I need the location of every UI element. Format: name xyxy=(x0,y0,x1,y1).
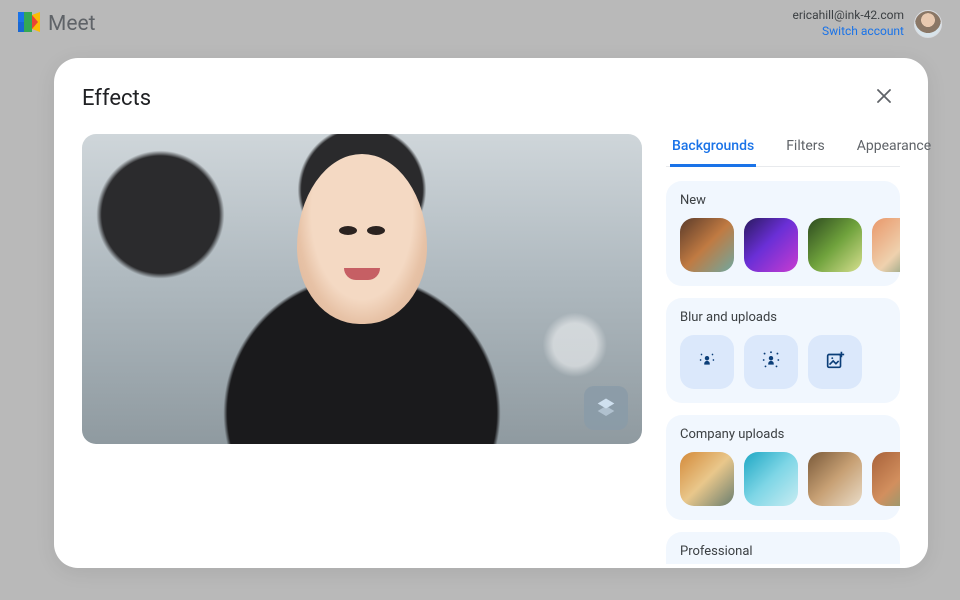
bg-thumb[interactable] xyxy=(680,218,734,272)
layers-icon xyxy=(596,396,616,420)
section-professional-title: Professional xyxy=(680,544,886,559)
panel-body: Backgrounds Filters Appearance New Blur … xyxy=(82,134,900,564)
panel-header: Effects xyxy=(82,82,900,114)
blur-strong-button[interactable] xyxy=(744,335,798,389)
blur-strong-icon xyxy=(760,349,782,375)
brand: Meet xyxy=(18,12,95,36)
avatar[interactable] xyxy=(914,10,942,38)
close-icon xyxy=(876,88,892,108)
brand-name: Meet xyxy=(48,12,95,36)
effects-toggle-button[interactable] xyxy=(584,386,628,430)
new-thumbs xyxy=(680,218,886,272)
section-new-title: New xyxy=(680,193,886,208)
video-preview xyxy=(82,134,642,444)
upload-image-button[interactable] xyxy=(808,335,862,389)
section-blur-uploads: Blur and uploads xyxy=(666,298,900,403)
upload-image-icon xyxy=(824,349,846,375)
top-bar: Meet ericahill@ink-42.com Switch account xyxy=(0,0,960,48)
meet-logo-icon xyxy=(18,12,42,36)
bg-thumb[interactable] xyxy=(744,218,798,272)
blur-thumbs xyxy=(680,335,886,389)
bg-thumb[interactable] xyxy=(744,452,798,506)
section-professional: Professional xyxy=(666,532,900,564)
tabs: Backgrounds Filters Appearance xyxy=(666,134,900,167)
section-new: New xyxy=(666,181,900,286)
account-text: ericahill@ink-42.com Switch account xyxy=(792,8,904,39)
bg-thumb[interactable] xyxy=(680,452,734,506)
section-company-title: Company uploads xyxy=(680,427,886,442)
bg-thumb[interactable] xyxy=(808,218,862,272)
blur-light-button[interactable] xyxy=(680,335,734,389)
blur-light-icon xyxy=(696,349,718,375)
switch-account-link[interactable]: Switch account xyxy=(792,24,904,40)
preview-face xyxy=(297,154,427,324)
tab-filters[interactable]: Filters xyxy=(784,134,827,167)
company-thumbs xyxy=(680,452,886,506)
tab-backgrounds[interactable]: Backgrounds xyxy=(670,134,756,167)
bg-thumb[interactable] xyxy=(872,218,900,272)
account-email: ericahill@ink-42.com xyxy=(792,8,904,24)
section-blur-title: Blur and uploads xyxy=(680,310,886,325)
panel-title: Effects xyxy=(82,86,151,111)
effects-side: Backgrounds Filters Appearance New Blur … xyxy=(666,134,900,564)
tab-appearance[interactable]: Appearance xyxy=(855,134,933,167)
bg-thumb[interactable] xyxy=(808,452,862,506)
effects-panel: Effects xyxy=(54,58,928,568)
account-area: ericahill@ink-42.com Switch account xyxy=(792,8,942,39)
bg-thumb[interactable] xyxy=(872,452,900,506)
close-button[interactable] xyxy=(868,82,900,114)
backgrounds-scroll[interactable]: New Blur and uploads xyxy=(666,181,900,564)
section-company: Company uploads xyxy=(666,415,900,520)
